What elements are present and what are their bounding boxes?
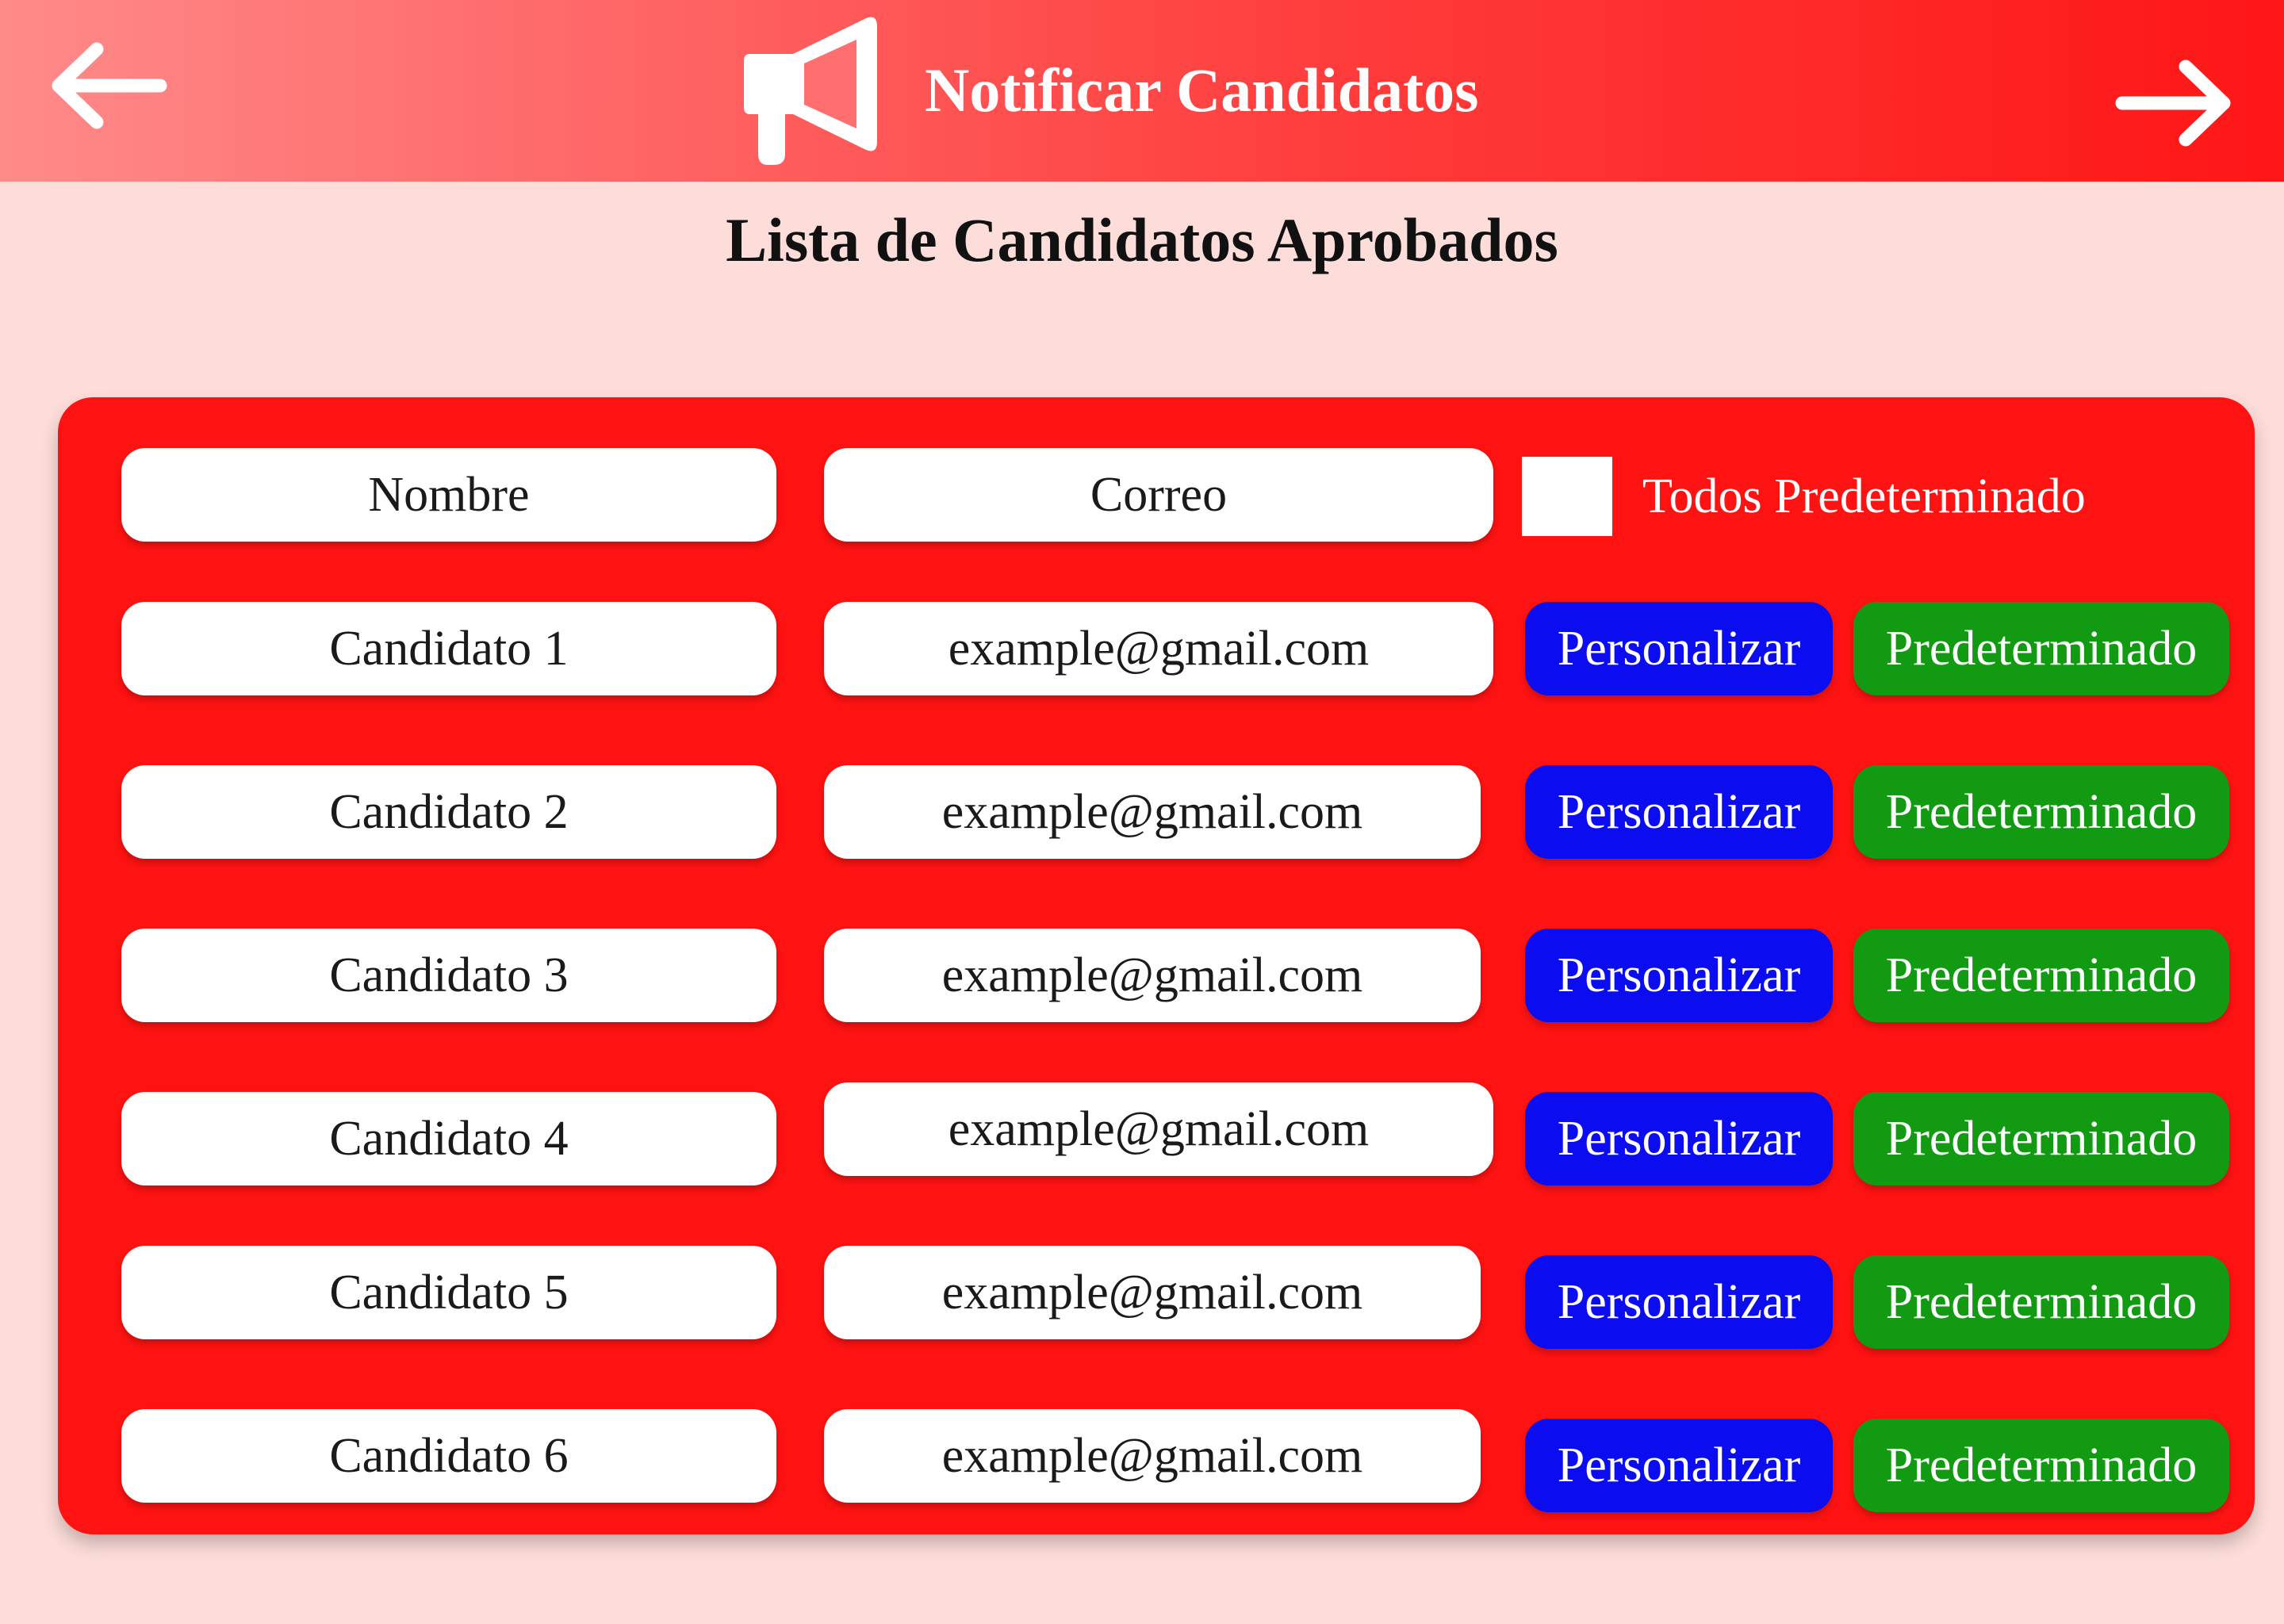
- customize-button[interactable]: Personalizar: [1525, 602, 1833, 695]
- arrow-right-icon[interactable]: [2106, 52, 2241, 155]
- column-header-name: Nombre: [121, 448, 776, 542]
- candidate-email: example@gmail.com: [824, 929, 1481, 1022]
- default-button[interactable]: Predeterminado: [1853, 1419, 2229, 1512]
- all-default-checkbox[interactable]: [1522, 457, 1612, 536]
- customize-button[interactable]: Personalizar: [1525, 1419, 1833, 1512]
- customize-button[interactable]: Personalizar: [1525, 929, 1833, 1022]
- megaphone-icon: [744, 17, 877, 165]
- header-title-group: Notificar Candidatos: [738, 13, 1478, 168]
- candidate-name: Candidato 6: [121, 1409, 776, 1503]
- header-title: Notificar Candidatos: [925, 56, 1479, 124]
- column-header-email: Correo: [824, 448, 1493, 542]
- candidate-email: example@gmail.com: [824, 1082, 1493, 1176]
- default-button[interactable]: Predeterminado: [1853, 1092, 2229, 1185]
- candidate-email: example@gmail.com: [824, 1246, 1481, 1339]
- candidate-email: example@gmail.com: [824, 602, 1493, 695]
- page-title: Lista de Candidatos Aprobados: [726, 205, 1558, 274]
- candidate-name: Candidato 4: [121, 1092, 776, 1185]
- default-button[interactable]: Predeterminado: [1853, 602, 2229, 695]
- default-button[interactable]: Predeterminado: [1853, 765, 2229, 859]
- customize-button[interactable]: Personalizar: [1525, 1092, 1833, 1185]
- all-default-label: Todos Predeterminado: [1642, 469, 2086, 523]
- candidate-email: example@gmail.com: [824, 1409, 1481, 1503]
- customize-button[interactable]: Personalizar: [1525, 1255, 1833, 1349]
- customize-button[interactable]: Personalizar: [1525, 765, 1833, 859]
- candidate-name: Candidato 2: [121, 765, 776, 859]
- candidate-email: example@gmail.com: [824, 765, 1481, 859]
- default-button[interactable]: Predeterminado: [1853, 929, 2229, 1022]
- app-header: Notificar Candidatos: [0, 0, 2284, 182]
- arrow-left-icon[interactable]: [41, 36, 176, 140]
- default-button[interactable]: Predeterminado: [1853, 1255, 2229, 1349]
- candidate-name: Candidato 3: [121, 929, 776, 1022]
- candidates-panel: Nombre Correo Todos Predeterminado Candi…: [58, 397, 2255, 1534]
- candidate-name: Candidato 1: [121, 602, 776, 695]
- candidate-name: Candidato 5: [121, 1246, 776, 1339]
